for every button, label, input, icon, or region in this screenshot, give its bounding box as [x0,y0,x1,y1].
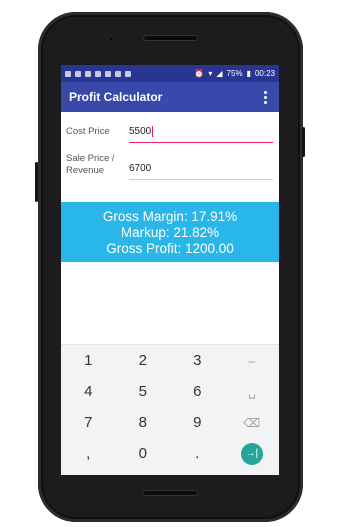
gross-margin-result: Gross Margin: 17.91% [102,208,238,224]
mail-icon [65,70,71,77]
text-cursor [152,126,154,137]
phone-icon [115,70,121,77]
gross-profit-result: Gross Profit: 1200.00 [106,240,234,256]
key-3[interactable]: 3 [170,352,225,369]
backspace-key[interactable]: ⌫ [225,416,280,430]
app-bar: Profit Calculator [61,82,279,112]
results-panel: Gross Margin: 17.91% Markup: 21.82% Gros… [61,202,279,262]
status-bar: ⏰ ▾ ◢ 75% ▮ 00:23 [61,65,279,82]
front-camera [108,36,114,42]
alarm-icon: ⏰ [194,69,205,78]
overflow-menu-icon[interactable] [260,87,271,108]
app-title: Profit Calculator [69,90,163,104]
cost-price-input[interactable]: 5500 [129,124,273,144]
next-field-key[interactable]: →| [240,442,263,465]
cost-price-label: Cost Price [66,126,110,137]
key-8[interactable]: 8 [116,414,171,431]
battery-percent: 75% [226,69,243,78]
sale-price-label-line2: Revenue [66,165,105,177]
key-0[interactable]: 0 [116,445,171,462]
earpiece-speaker [143,35,198,41]
key-5[interactable]: 5 [116,383,171,400]
enter-key-cell: →| [225,442,280,465]
keyboard-row: 7 8 9 ⌫ [61,407,279,438]
key-minus[interactable]: – [225,354,280,368]
notification-icons [65,70,131,77]
cost-price-value: 5500 [129,126,152,138]
key-space[interactable]: ␣ [225,385,280,399]
photo-icon [105,70,111,77]
keyboard-row: 1 2 3 – [61,345,279,376]
battery-icon: ▮ [246,69,251,78]
sale-price-label: Sale Price / Revenue [66,153,129,177]
sale-price-value: 6700 [129,163,152,175]
key-4[interactable]: 4 [61,383,116,400]
key-comma[interactable]: , [61,445,116,462]
status-right: ⏰ ▾ ◢ 75% ▮ 00:23 [194,69,275,78]
signal-icon: ◢ [216,69,223,78]
sale-price-row: Sale Price / Revenue 6700 [61,153,279,181]
notification-icon [125,70,131,77]
key-6[interactable]: 6 [170,383,225,400]
key-period[interactable]: . [170,445,225,462]
markup-result: Markup: 21.82% [120,224,220,240]
wifi-icon: ▾ [208,69,213,78]
clock: 00:23 [254,69,275,78]
power-button [302,127,305,157]
cost-price-row: Cost Price 5500 [61,124,279,144]
keyboard-row: , 0 . →| [61,438,279,469]
numeric-keyboard: 1 2 3 – 4 5 6 ␣ 7 8 9 ⌫ , 0 . →| [61,344,279,475]
key-1[interactable]: 1 [61,352,116,369]
sim-icon [95,70,101,77]
phone-screen: ⏰ ▾ ◢ 75% ▮ 00:23 Profit Calculator Cost… [61,65,279,475]
bottom-speaker [143,490,198,496]
volume-button [35,162,38,202]
key-7[interactable]: 7 [61,414,116,431]
keyboard-row: 4 5 6 ␣ [61,376,279,407]
phone-frame: ⏰ ▾ ◢ 75% ▮ 00:23 Profit Calculator Cost… [35,12,305,522]
sale-price-label-line1: Sale Price / [66,153,115,165]
chat-icon [75,70,81,77]
sale-price-input[interactable]: 6700 [129,161,273,181]
globe-icon [85,70,91,77]
key-9[interactable]: 9 [170,414,225,431]
key-2[interactable]: 2 [116,352,171,369]
